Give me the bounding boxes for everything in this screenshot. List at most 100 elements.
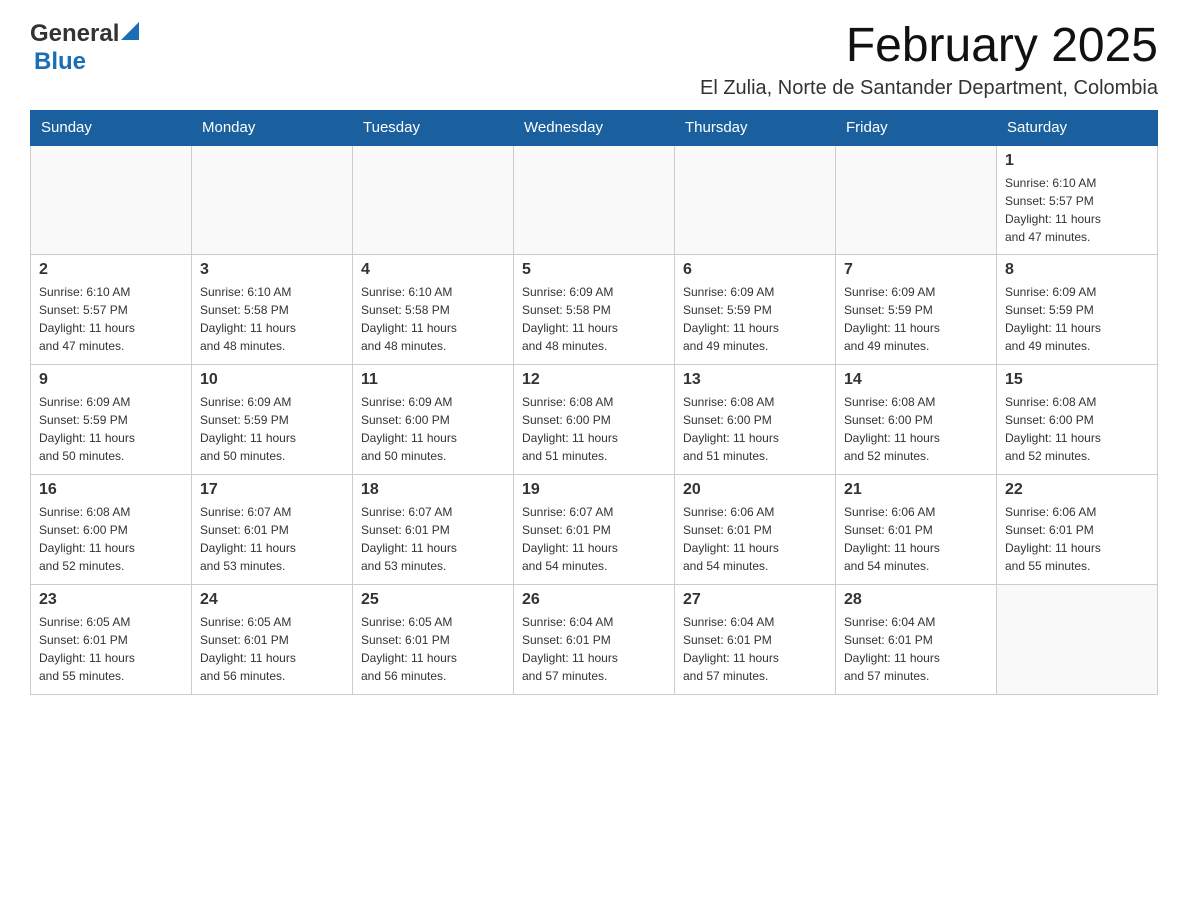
day-info: Sunrise: 6:10 AMSunset: 5:58 PMDaylight:… bbox=[200, 283, 344, 355]
calendar-subtitle: El Zulia, Norte de Santander Department,… bbox=[700, 77, 1158, 100]
day-info: Sunrise: 6:10 AMSunset: 5:58 PMDaylight:… bbox=[361, 283, 505, 355]
logo: General Blue bbox=[30, 20, 139, 76]
title-block: February 2025 El Zulia, Norte de Santand… bbox=[700, 20, 1158, 100]
day-info: Sunrise: 6:04 AMSunset: 6:01 PMDaylight:… bbox=[683, 613, 827, 685]
day-info: Sunrise: 6:08 AMSunset: 6:00 PMDaylight:… bbox=[683, 393, 827, 465]
day-number: 15 bbox=[1005, 371, 1149, 389]
week-row-5: 23 Sunrise: 6:05 AMSunset: 6:01 PMDayligh… bbox=[31, 585, 1158, 695]
day-info: Sunrise: 6:10 AMSunset: 5:57 PMDaylight:… bbox=[39, 283, 183, 355]
day-info: Sunrise: 6:08 AMSunset: 6:00 PMDaylight:… bbox=[1005, 393, 1149, 465]
day-cell: 7 Sunrise: 6:09 AMSunset: 5:59 PMDaylight… bbox=[836, 255, 997, 365]
day-cell: 13 Sunrise: 6:08 AMSunset: 6:00 PMDayligh… bbox=[675, 365, 836, 475]
day-cell bbox=[997, 585, 1158, 695]
day-info: Sunrise: 6:08 AMSunset: 6:00 PMDaylight:… bbox=[844, 393, 988, 465]
day-info: Sunrise: 6:09 AMSunset: 6:00 PMDaylight:… bbox=[361, 393, 505, 465]
day-cell: 27 Sunrise: 6:04 AMSunset: 6:01 PMDayligh… bbox=[675, 585, 836, 695]
weekday-header-saturday: Saturday bbox=[997, 110, 1158, 145]
logo-general-text: General bbox=[30, 20, 119, 48]
day-number: 10 bbox=[200, 371, 344, 389]
day-info: Sunrise: 6:07 AMSunset: 6:01 PMDaylight:… bbox=[522, 503, 666, 575]
day-info: Sunrise: 6:05 AMSunset: 6:01 PMDaylight:… bbox=[39, 613, 183, 685]
day-cell: 11 Sunrise: 6:09 AMSunset: 6:00 PMDayligh… bbox=[353, 365, 514, 475]
day-cell bbox=[31, 145, 192, 255]
day-cell: 18 Sunrise: 6:07 AMSunset: 6:01 PMDayligh… bbox=[353, 475, 514, 585]
day-cell: 22 Sunrise: 6:06 AMSunset: 6:01 PMDayligh… bbox=[997, 475, 1158, 585]
day-number: 7 bbox=[844, 261, 988, 279]
day-number: 23 bbox=[39, 591, 183, 609]
day-cell: 10 Sunrise: 6:09 AMSunset: 5:59 PMDayligh… bbox=[192, 365, 353, 475]
weekday-header-friday: Friday bbox=[836, 110, 997, 145]
day-info: Sunrise: 6:06 AMSunset: 6:01 PMDaylight:… bbox=[844, 503, 988, 575]
day-number: 19 bbox=[522, 481, 666, 499]
day-info: Sunrise: 6:05 AMSunset: 6:01 PMDaylight:… bbox=[361, 613, 505, 685]
day-cell: 9 Sunrise: 6:09 AMSunset: 5:59 PMDaylight… bbox=[31, 365, 192, 475]
day-info: Sunrise: 6:05 AMSunset: 6:01 PMDaylight:… bbox=[200, 613, 344, 685]
day-info: Sunrise: 6:06 AMSunset: 6:01 PMDaylight:… bbox=[1005, 503, 1149, 575]
day-number: 8 bbox=[1005, 261, 1149, 279]
day-number: 17 bbox=[200, 481, 344, 499]
calendar-table: SundayMondayTuesdayWednesdayThursdayFrid… bbox=[30, 110, 1158, 696]
day-cell: 21 Sunrise: 6:06 AMSunset: 6:01 PMDayligh… bbox=[836, 475, 997, 585]
day-info: Sunrise: 6:09 AMSunset: 5:59 PMDaylight:… bbox=[1005, 283, 1149, 355]
day-number: 1 bbox=[1005, 152, 1149, 170]
day-cell bbox=[675, 145, 836, 255]
day-number: 11 bbox=[361, 371, 505, 389]
day-cell: 14 Sunrise: 6:08 AMSunset: 6:00 PMDayligh… bbox=[836, 365, 997, 475]
day-cell bbox=[836, 145, 997, 255]
day-number: 22 bbox=[1005, 481, 1149, 499]
day-cell: 1 Sunrise: 6:10 AMSunset: 5:57 PMDaylight… bbox=[997, 145, 1158, 255]
day-cell: 17 Sunrise: 6:07 AMSunset: 6:01 PMDayligh… bbox=[192, 475, 353, 585]
day-info: Sunrise: 6:04 AMSunset: 6:01 PMDaylight:… bbox=[844, 613, 988, 685]
day-info: Sunrise: 6:09 AMSunset: 5:58 PMDaylight:… bbox=[522, 283, 666, 355]
day-cell: 6Sunrise: 6:09 AMSunset: 5:59 PMDaylight… bbox=[675, 255, 836, 365]
day-info: Sunrise: 6:06 AMSunset: 6:01 PMDaylight:… bbox=[683, 503, 827, 575]
day-cell: 24Sunrise: 6:05 AMSunset: 6:01 PMDayligh… bbox=[192, 585, 353, 695]
day-info: Sunrise: 6:04 AMSunset: 6:01 PMDaylight:… bbox=[522, 613, 666, 685]
day-number: 9 bbox=[39, 371, 183, 389]
day-number: 12 bbox=[522, 371, 666, 389]
week-row-1: 1 Sunrise: 6:10 AMSunset: 5:57 PMDaylight… bbox=[31, 145, 1158, 255]
day-number: 6 bbox=[683, 261, 827, 279]
day-cell: 28 Sunrise: 6:04 AMSunset: 6:01 PMDayligh… bbox=[836, 585, 997, 695]
day-number: 3 bbox=[200, 261, 344, 279]
page-header: General Blue February 2025 El Zulia, Nor… bbox=[30, 20, 1158, 100]
day-cell: 16 Sunrise: 6:08 AMSunset: 6:00 PMDayligh… bbox=[31, 475, 192, 585]
day-cell: 19 Sunrise: 6:07 AMSunset: 6:01 PMDayligh… bbox=[514, 475, 675, 585]
day-cell: 15 Sunrise: 6:08 AMSunset: 6:00 PMDayligh… bbox=[997, 365, 1158, 475]
day-info: Sunrise: 6:08 AMSunset: 6:00 PMDaylight:… bbox=[39, 503, 183, 575]
logo-triangle-icon bbox=[121, 22, 139, 45]
day-info: Sunrise: 6:10 AMSunset: 5:57 PMDaylight:… bbox=[1005, 174, 1149, 246]
day-number: 27 bbox=[683, 591, 827, 609]
logo-blue-text: Blue bbox=[34, 48, 86, 75]
day-cell: 3 Sunrise: 6:10 AMSunset: 5:58 PMDaylight… bbox=[192, 255, 353, 365]
day-number: 13 bbox=[683, 371, 827, 389]
day-cell bbox=[192, 145, 353, 255]
day-number: 14 bbox=[844, 371, 988, 389]
weekday-header-thursday: Thursday bbox=[675, 110, 836, 145]
day-cell bbox=[514, 145, 675, 255]
day-info: Sunrise: 6:08 AMSunset: 6:00 PMDaylight:… bbox=[522, 393, 666, 465]
day-info: Sunrise: 6:09 AMSunset: 5:59 PMDaylight:… bbox=[39, 393, 183, 465]
day-info: Sunrise: 6:07 AMSunset: 6:01 PMDaylight:… bbox=[361, 503, 505, 575]
day-number: 28 bbox=[844, 591, 988, 609]
calendar-title: February 2025 bbox=[700, 20, 1158, 73]
weekday-header-tuesday: Tuesday bbox=[353, 110, 514, 145]
day-number: 25 bbox=[361, 591, 505, 609]
day-number: 20 bbox=[683, 481, 827, 499]
day-number: 21 bbox=[844, 481, 988, 499]
day-cell: 20 Sunrise: 6:06 AMSunset: 6:01 PMDayligh… bbox=[675, 475, 836, 585]
day-cell: 8 Sunrise: 6:09 AMSunset: 5:59 PMDaylight… bbox=[997, 255, 1158, 365]
day-info: Sunrise: 6:09 AMSunset: 5:59 PMDaylight:… bbox=[200, 393, 344, 465]
day-number: 16 bbox=[39, 481, 183, 499]
weekday-header-row: SundayMondayTuesdayWednesdayThursdayFrid… bbox=[31, 110, 1158, 145]
day-cell: 26 Sunrise: 6:04 AMSunset: 6:01 PMDayligh… bbox=[514, 585, 675, 695]
day-cell: 2Sunrise: 6:10 AMSunset: 5:57 PMDaylight… bbox=[31, 255, 192, 365]
day-cell: 12 Sunrise: 6:08 AMSunset: 6:00 PMDayligh… bbox=[514, 365, 675, 475]
day-info: Sunrise: 6:09 AMSunset: 5:59 PMDaylight:… bbox=[844, 283, 988, 355]
day-info: Sunrise: 6:07 AMSunset: 6:01 PMDaylight:… bbox=[200, 503, 344, 575]
week-row-4: 16 Sunrise: 6:08 AMSunset: 6:00 PMDayligh… bbox=[31, 475, 1158, 585]
day-cell: 23 Sunrise: 6:05 AMSunset: 6:01 PMDayligh… bbox=[31, 585, 192, 695]
day-cell: 5Sunrise: 6:09 AMSunset: 5:58 PMDaylight… bbox=[514, 255, 675, 365]
day-number: 26 bbox=[522, 591, 666, 609]
day-number: 18 bbox=[361, 481, 505, 499]
